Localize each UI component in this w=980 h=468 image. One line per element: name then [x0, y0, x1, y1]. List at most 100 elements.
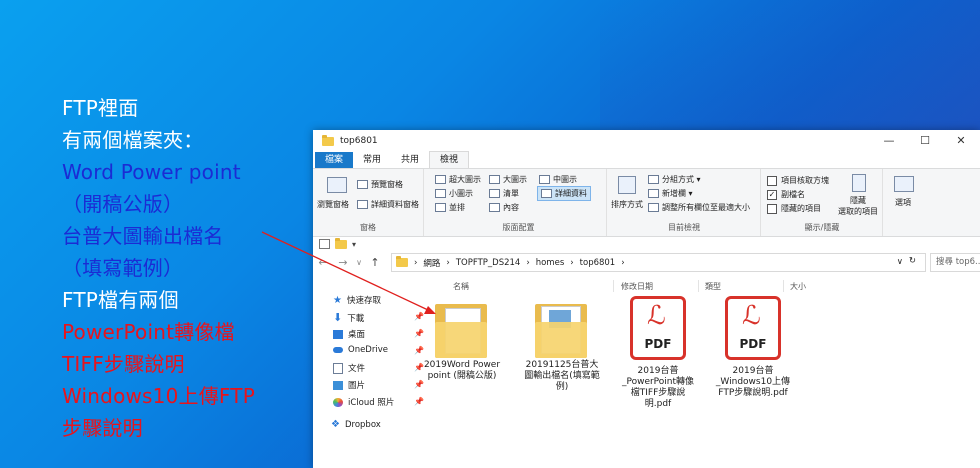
ribbon-group-label: 窗格 [360, 223, 376, 232]
properties-icon[interactable] [319, 239, 330, 249]
sort-by-button[interactable]: 排序方式 [611, 199, 643, 210]
group-by-button[interactable]: 分組方式 ▾ [648, 174, 701, 185]
breadcrumb-server[interactable]: TOPFTP_DS214 [456, 258, 520, 268]
navigation-pane-button[interactable]: 瀏覽窗格 [317, 199, 349, 210]
layout-icon [489, 203, 500, 212]
annotation-text: FTP裡面 有兩個檔案夾： Word Power point （開稿公版） 台普… [62, 92, 302, 444]
hide-selected-button-sub[interactable]: 選取的項目 [838, 206, 878, 217]
layout-icon [541, 189, 552, 198]
nav-item-documents[interactable]: 文件 [333, 362, 365, 374]
fit-columns-button[interactable]: 調整所有欄位至最適大小 [648, 202, 750, 213]
view-list[interactable]: 清單 [489, 188, 519, 199]
breadcrumb-homes[interactable]: homes [536, 258, 565, 268]
checkbox-unchecked [767, 175, 777, 186]
customize-toolbar-icon[interactable]: ▾ [352, 240, 356, 249]
sort-icon [618, 176, 636, 194]
layout-icon [489, 189, 500, 198]
view-extra-large-icons[interactable]: 超大圖示 [435, 174, 481, 185]
nav-item-quick-access[interactable]: ★ 快速存取 [333, 294, 381, 307]
ribbon-group-layout: 超大圖示 大圖示 中圖示 小圖示 清單 詳細資料 並排 內容 版面配置 [431, 169, 607, 236]
folder-icon [531, 298, 593, 360]
forward-icon[interactable]: → [333, 256, 353, 269]
pdf-item-windows10-ftp-guide[interactable]: ℒ PDF 2019台普_Windows10上傳FTP步驟說明.pdf [714, 296, 792, 399]
annotation-line: Word Power point [62, 160, 241, 184]
chevron-right-icon: › [621, 257, 625, 268]
maximize-button[interactable]: ☐ [907, 130, 943, 152]
layout-icon [435, 175, 446, 184]
column-separator [783, 280, 784, 292]
ribbon-group-options: 選項 [884, 169, 924, 236]
window-title: top6801 [340, 136, 378, 146]
add-column-button[interactable]: 新增欄 ▾ [648, 188, 693, 199]
column-date-modified[interactable]: 修改日期 [621, 281, 653, 292]
column-name[interactable]: 名稱 [453, 281, 469, 292]
column-size[interactable]: 大小 [790, 281, 806, 292]
folder-item-filename-example[interactable]: 20191125台普大圖輸出檔名(填寫範例) [523, 298, 601, 393]
address-bar[interactable]: › 網路 › TOPFTP_DS214 › homes › top6801 › … [391, 253, 926, 272]
preview-pane-icon [357, 180, 368, 189]
view-tiles[interactable]: 並排 [435, 202, 465, 213]
pin-icon[interactable]: 📌 [414, 397, 424, 406]
hide-selected-button[interactable]: 隱藏 [850, 195, 866, 206]
preview-pane-button[interactable]: 預覽窗格 [357, 179, 403, 190]
details-pane-button[interactable]: 詳細資料窗格 [357, 199, 419, 210]
pdf-file-icon: ℒ PDF [725, 296, 781, 360]
options-icon [894, 176, 914, 192]
nav-item-pictures[interactable]: 圖片 [333, 379, 365, 391]
folder-icon [396, 256, 408, 267]
fit-columns-icon [648, 203, 659, 212]
up-icon[interactable]: ↑ [365, 256, 385, 269]
tab-home[interactable]: 常用 [353, 152, 391, 168]
nav-item-desktop[interactable]: 桌面 [333, 328, 365, 340]
hidden-items-toggle[interactable]: 隱藏的項目 [767, 203, 821, 214]
file-extensions-toggle[interactable]: ✓ 副檔名 [767, 189, 805, 200]
ribbon-group-panes: 瀏覽窗格 預覽窗格 詳細資料窗格 窗格 [313, 169, 424, 236]
address-dropdown-icon[interactable]: ∨ [897, 257, 903, 267]
tab-view[interactable]: 檢視 [429, 151, 470, 168]
ribbon-tabs: 檔案 常用 共用 檢視 [313, 151, 980, 168]
annotation-line: FTP裡面 [62, 96, 139, 120]
layout-icon [435, 189, 446, 198]
breadcrumb-network[interactable]: 網路 [423, 257, 440, 269]
ribbon-group-label: 顯示/隱藏 [804, 223, 840, 232]
tab-file[interactable]: 檔案 [315, 152, 354, 168]
pdf-item-ppt-tiff-guide[interactable]: ℒ PDF 2019台普_PowerPoint轉像檔TIFF步驟說明.pdf [619, 296, 697, 410]
annotation-line: 有兩個檔案夾： [62, 128, 204, 152]
file-name: 2019台普_Windows10上傳FTP步驟說明.pdf [715, 366, 791, 398]
file-name: 2019Word Power point (開稿公版) [423, 360, 501, 381]
nav-item-dropbox[interactable]: ❖ Dropbox [331, 419, 381, 430]
close-button[interactable]: ✕ [943, 130, 979, 152]
refresh-icon[interactable]: ↻ [909, 256, 916, 266]
search-input[interactable]: 搜尋 top6... [930, 253, 980, 272]
minimize-button[interactable]: — [871, 130, 907, 152]
tab-share[interactable]: 共用 [391, 152, 429, 168]
view-large-icons[interactable]: 大圖示 [489, 174, 527, 185]
breadcrumb-folder[interactable]: top6801 [580, 258, 616, 268]
layout-icon [539, 175, 550, 184]
column-type[interactable]: 類型 [705, 281, 721, 292]
view-medium-icons[interactable]: 中圖示 [539, 174, 577, 185]
nav-item-icloud-photos[interactable]: iCloud 照片 [333, 396, 394, 408]
details-pane-icon [357, 200, 368, 209]
item-checkboxes-toggle[interactable]: 項目核取方塊 [767, 175, 829, 186]
nav-item-onedrive[interactable]: OneDrive [333, 345, 388, 355]
annotation-line: （填寫範例） [62, 256, 184, 280]
desktop-shade [600, 0, 980, 140]
chevron-right-icon: › [414, 257, 418, 268]
back-icon[interactable]: ← [313, 256, 333, 269]
checkbox-checked: ✓ [767, 189, 777, 200]
ribbon-group-current-view: 排序方式 分組方式 ▾ 新增欄 ▾ 調整所有欄位至最適大小 目前檢視 [608, 169, 761, 236]
options-button[interactable]: 選項 [895, 197, 911, 208]
folder-icon [322, 134, 334, 146]
file-name: 2019台普_PowerPoint轉像檔TIFF步驟說明.pdf [621, 366, 695, 409]
checkbox-unchecked [767, 203, 777, 214]
view-small-icons[interactable]: 小圖示 [435, 188, 473, 199]
new-folder-icon[interactable] [335, 237, 347, 249]
annotation-line: 台普大圖輸出檔名 [62, 224, 224, 248]
view-content[interactable]: 內容 [489, 202, 519, 213]
pdf-badge: PDF [644, 337, 672, 351]
view-details[interactable]: 詳細資料 [537, 186, 591, 201]
nav-item-downloads[interactable]: ⬇ 下載 [333, 311, 364, 324]
recent-locations-icon[interactable]: ∨ [353, 258, 365, 267]
folder-item-word-ppt[interactable]: 2019Word Power point (開稿公版) [423, 298, 501, 382]
